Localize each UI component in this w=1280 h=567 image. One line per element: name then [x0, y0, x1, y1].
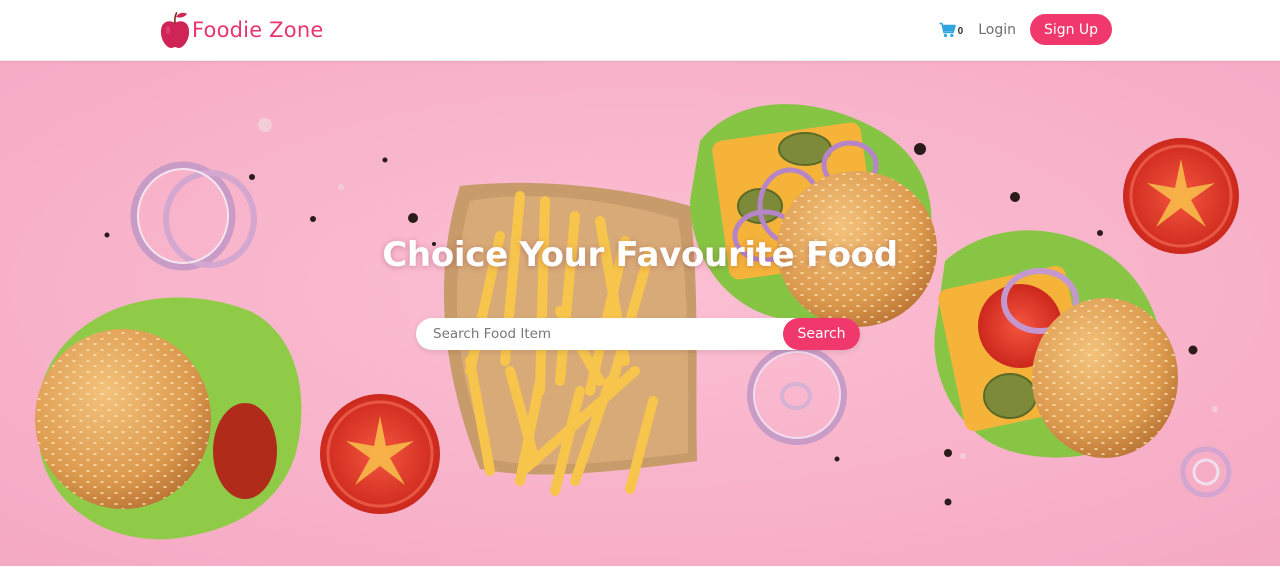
signup-button[interactable]: Sign Up — [1030, 14, 1112, 45]
nav-actions: 0 Login Sign Up — [939, 14, 1112, 45]
hero-title: Choice Your Favourite Food — [382, 235, 898, 275]
apple-icon — [160, 12, 190, 48]
search-form: Search — [416, 318, 860, 350]
brand-name: Foodie Zone — [192, 18, 324, 42]
hero-banner: Choice Your Favourite Food Search — [0, 61, 1280, 566]
login-link[interactable]: Login — [978, 22, 1016, 38]
cart-button[interactable]: 0 — [939, 22, 964, 38]
hero-food-illustration — [0, 61, 1280, 566]
navbar: Foodie Zone 0 Login Sign Up — [0, 0, 1280, 61]
cart-count-badge: 0 — [957, 25, 964, 37]
brand-logo-link[interactable]: Foodie Zone — [159, 10, 323, 50]
search-button[interactable]: Search — [783, 318, 860, 350]
search-input[interactable] — [416, 318, 786, 350]
shopping-cart-icon — [939, 22, 956, 37]
